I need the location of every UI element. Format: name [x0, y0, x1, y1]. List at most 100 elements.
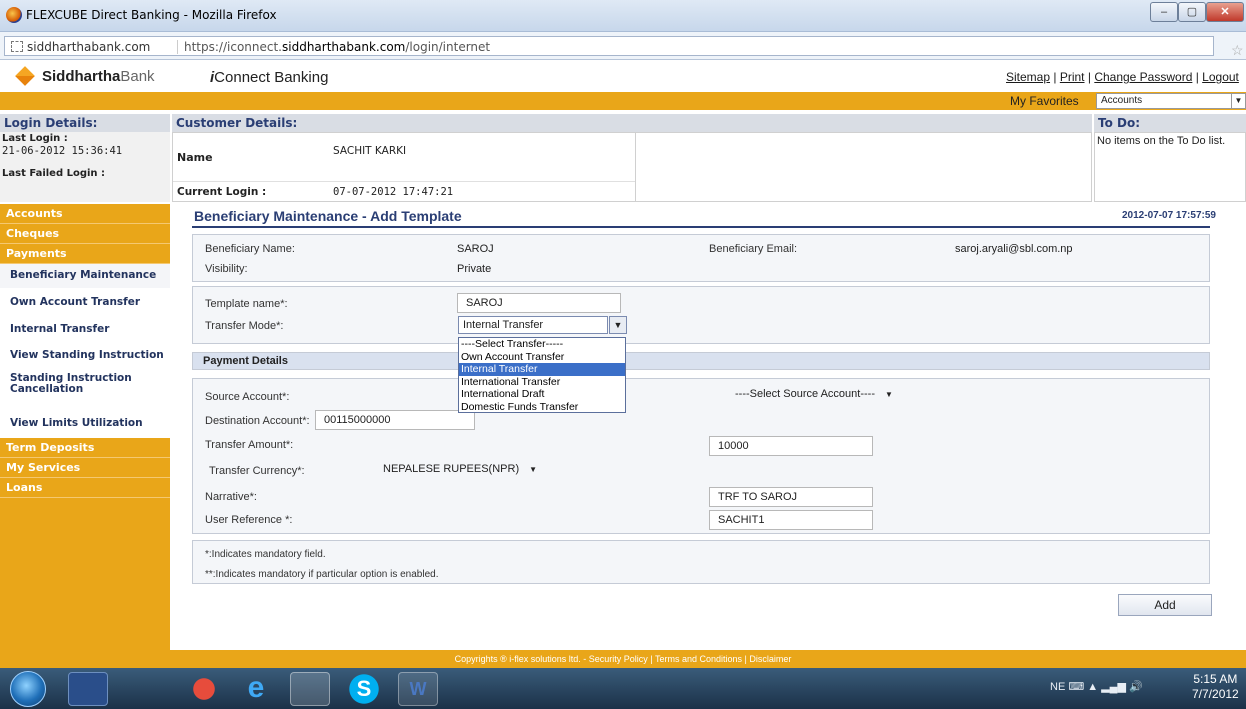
url-domain: siddharthabank.com	[27, 40, 151, 54]
current-login-value: 07-07-2012 17:47:21	[333, 186, 454, 198]
maximize-button[interactable]: ▢	[1178, 2, 1206, 22]
change-password-link[interactable]: Change Password	[1094, 70, 1192, 84]
site-identity-icon[interactable]	[11, 41, 23, 52]
visibility-value: Private	[457, 263, 492, 275]
sidebar-item-standing-instruction-cancellation[interactable]: Standing Instruction Cancellation	[0, 368, 150, 408]
chevron-down-icon[interactable]: ▼	[885, 386, 893, 404]
visibility-label: Visibility:	[205, 263, 248, 275]
transfer-currency-select[interactable]: NEPALESE RUPEES(NPR) ▼	[383, 460, 553, 478]
beneficiary-email-label: Beneficiary Email:	[709, 243, 798, 255]
page-footer: Copyrights ® i-flex solutions ltd. - Sec…	[0, 650, 1246, 668]
transfer-mode-option-selected[interactable]: Internal Transfer	[459, 363, 625, 376]
last-login-label: Last Login :	[2, 133, 68, 144]
internet-explorer-icon[interactable]: e	[236, 672, 276, 706]
close-button[interactable]: ✕	[1206, 2, 1244, 22]
chevron-down-icon[interactable]: ▼	[529, 461, 537, 479]
customer-name-value: SACHIT KARKI	[333, 145, 407, 157]
login-details-title: Login Details:	[0, 114, 170, 132]
transfer-mode-dropdown: ----Select Transfer----- Own Account Tra…	[458, 337, 626, 413]
source-account-label: Source Account*:	[205, 391, 290, 403]
sidebar-item-payments[interactable]: Payments	[0, 244, 170, 264]
beneficiary-summary: Beneficiary Name: SAROJ Beneficiary Emai…	[192, 234, 1210, 282]
media-player-icon[interactable]	[68, 672, 108, 706]
chevron-down-icon[interactable]: ▼	[609, 316, 627, 334]
title-divider	[192, 226, 1210, 228]
bank-logo: SiddharthaBank	[42, 68, 155, 85]
customer-details-title: Customer Details:	[172, 114, 1092, 132]
product-name: iConnect Banking	[210, 69, 329, 86]
template-name-input[interactable]: SAROJ	[457, 293, 621, 313]
windows-taskbar: e S W NE ⌨ ▲ ▂▄▆ 🔊 5:15 AM 7/7/2012	[0, 668, 1246, 709]
transfer-mode-option[interactable]: Own Account Transfer	[459, 351, 625, 364]
main-content: Beneficiary Maintenance - Add Template 2…	[172, 204, 1238, 650]
transfer-amount-label: Transfer Amount*:	[205, 439, 294, 451]
transfer-mode-option[interactable]: ----Select Transfer-----	[459, 338, 625, 351]
transfer-mode-option[interactable]: International Draft	[459, 388, 625, 401]
chevron-down-icon[interactable]: ▼	[1231, 94, 1245, 108]
sidebar-item-cheques[interactable]: Cheques	[0, 224, 170, 244]
destination-account-input[interactable]: 00115000000	[315, 410, 475, 430]
narrative-label: Narrative*:	[205, 491, 257, 503]
beneficiary-name-label: Beneficiary Name:	[205, 243, 295, 255]
network-app-icon[interactable]	[122, 672, 162, 706]
conditional-mandatory-note: **:Indicates mandatory if particular opt…	[205, 569, 439, 580]
beneficiary-name-value: SAROJ	[457, 243, 494, 255]
sidebar-item-view-standing-instruction[interactable]: View Standing Instruction	[0, 342, 170, 368]
sidebar-item-term-deposits[interactable]: Term Deposits	[0, 438, 170, 458]
sidebar-item-loans[interactable]: Loans	[0, 478, 170, 498]
logout-link[interactable]: Logout	[1202, 70, 1239, 84]
transfer-amount-input[interactable]: 10000	[709, 436, 873, 456]
mandatory-note: *:Indicates mandatory field.	[205, 549, 326, 560]
page-title: Beneficiary Maintenance - Add Template	[194, 208, 462, 224]
payment-details-header: Payment Details	[192, 352, 1210, 370]
template-name-label: Template name*:	[205, 298, 288, 310]
url-text: https://iconnect.siddharthabank.com/logi…	[177, 40, 490, 54]
narrative-input[interactable]: TRF TO SAROJ	[709, 487, 873, 507]
sidebar-item-own-account-transfer[interactable]: Own Account Transfer	[0, 288, 170, 316]
todo-message: No items on the To Do list.	[1094, 132, 1246, 202]
antivirus-icon[interactable]	[184, 672, 224, 706]
current-login-label: Current Login :	[177, 186, 267, 198]
favorites-select[interactable]: Accounts ▼	[1096, 93, 1246, 109]
transfer-currency-label: Transfer Currency*:	[209, 465, 305, 477]
bank-logo-icon	[15, 66, 35, 86]
sidebar-item-beneficiary-maintenance[interactable]: Beneficiary Maintenance	[0, 264, 170, 288]
source-account-select[interactable]: ----Select Source Account---- ▼	[735, 385, 895, 403]
address-bar: siddharthabank.com https://iconnect.sidd…	[0, 32, 1246, 60]
beneficiary-email-value: saroj.aryali@sbl.com.np	[955, 243, 1073, 255]
last-failed-login-label: Last Failed Login :	[2, 168, 106, 179]
user-reference-input[interactable]: SACHIT1	[709, 510, 873, 530]
bookmark-star-icon[interactable]: ☆	[1231, 42, 1244, 59]
word-icon[interactable]: W	[398, 672, 438, 706]
start-button[interactable]	[10, 671, 46, 707]
transfer-mode-select[interactable]: Internal Transfer ▼	[458, 316, 627, 334]
transfer-mode-label: Transfer Mode*:	[205, 320, 284, 332]
add-button[interactable]: Add	[1118, 594, 1212, 616]
page-datetime: 2012-07-07 17:57:59	[1122, 210, 1216, 221]
minimize-button[interactable]: –	[1150, 2, 1178, 22]
window-title: FLEXCUBE Direct Banking - Mozilla Firefo…	[26, 8, 277, 22]
sidebar: Accounts Cheques Payments Beneficiary Ma…	[0, 204, 170, 650]
firefox-taskbar-icon[interactable]	[290, 672, 330, 706]
user-reference-label: User Reference *:	[205, 514, 293, 526]
sitemap-link[interactable]: Sitemap	[1006, 70, 1050, 84]
url-field[interactable]: siddharthabank.com https://iconnect.sidd…	[4, 36, 1244, 58]
sidebar-item-my-services[interactable]: My Services	[0, 458, 170, 478]
skype-icon[interactable]: S	[344, 672, 384, 706]
system-tray: NE ⌨ ▲ ▂▄▆ 🔊	[1050, 681, 1143, 693]
taskbar-clock[interactable]: 5:15 AM 7/7/2012	[1192, 672, 1239, 702]
customer-details-grid: Name SACHIT KARKI Current Login : 07-07-…	[172, 132, 1092, 202]
firefox-icon	[6, 7, 22, 23]
payment-details-section: Source Account*: ----Select Source Accou…	[192, 378, 1210, 534]
sidebar-item-internal-transfer[interactable]: Internal Transfer	[0, 316, 170, 342]
last-login-value: 21-06-2012 15:36:41	[2, 145, 123, 157]
print-link[interactable]: Print	[1060, 70, 1085, 84]
login-details-panel: Login Details: Last Login : 21-06-2012 1…	[0, 114, 170, 202]
sidebar-item-view-limits-utilization[interactable]: View Limits Utilization	[0, 408, 170, 438]
todo-panel: To Do: No items on the To Do list.	[1094, 114, 1246, 202]
destination-account-label: Destination Account*:	[205, 415, 310, 427]
transfer-mode-option[interactable]: International Transfer	[459, 376, 625, 389]
sidebar-item-accounts[interactable]: Accounts	[0, 204, 170, 224]
transfer-mode-option[interactable]: Domestic Funds Transfer	[459, 401, 625, 414]
language-indicator[interactable]: NE	[1050, 681, 1065, 693]
